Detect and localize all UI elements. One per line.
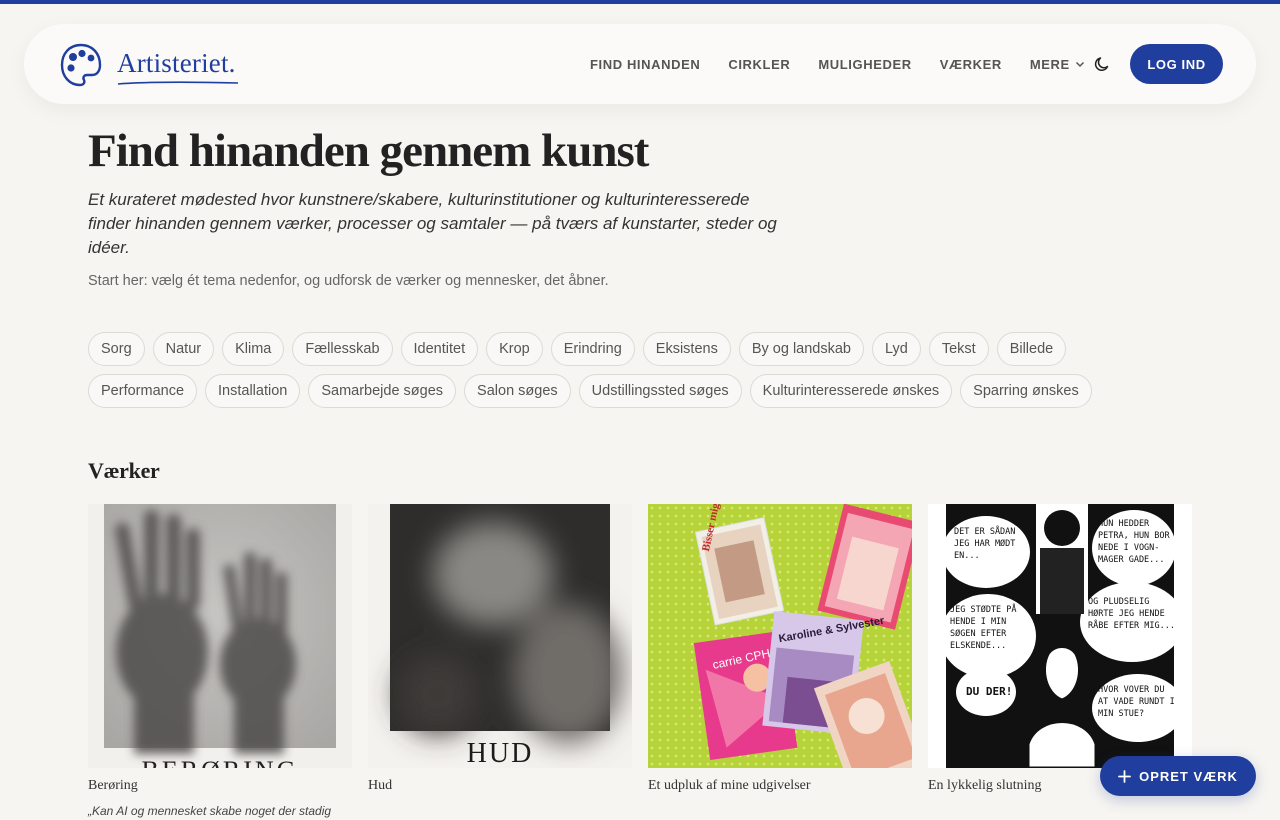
work-card-beroering[interactable]: BERØRING Berøring „Kan AI og mennesket s… — [88, 504, 352, 818]
tag-krop[interactable]: Krop — [486, 332, 543, 366]
brand-name: Artisteriet. — [117, 47, 236, 78]
work-card-hud[interactable]: HUD Hud — [368, 504, 632, 818]
work-thumbnail: Bisser mig ikke! Karoline & Sylvester ca… — [648, 504, 912, 768]
nav-link-muligheder[interactable]: MULIGHEDER — [818, 57, 911, 72]
comic-line-5: DU DER! — [966, 685, 1013, 698]
page-subtitle: Et kurateret mødested hvor kunstnere/ska… — [88, 190, 777, 257]
comic-line-2: HUN HEDDER PETRA, HUN BOR NEDE I VOGN-MA… — [1098, 519, 1170, 565]
tag-klima[interactable]: Klima — [222, 332, 285, 366]
comic-line-6: HVOR VOVER DU AT VADE RUNDT I MIN STUE? — [1098, 685, 1175, 719]
nav-more-dropdown[interactable]: MERE — [1030, 57, 1085, 72]
tag-samarbejde-soeges[interactable]: Samarbejde søges — [308, 374, 457, 408]
brand-logo[interactable]: Artisteriet. — [60, 43, 239, 87]
comic-line-4: OG PLUDSELIG HØRTE JEG HENDE RÅBE EFTER … — [1088, 597, 1175, 631]
tag-eksistens[interactable]: Eksistens — [642, 332, 731, 366]
login-button[interactable]: LOG IND — [1130, 44, 1223, 84]
work-thumbnail: DET ER SÅDAN JEG HAR MØDT EN... HUN HEDD… — [928, 504, 1192, 768]
nav-link-cirkler[interactable]: CIRKLER — [728, 57, 790, 72]
work-image-skin — [368, 504, 632, 768]
work-title: Et udpluk af mine udgivelser — [648, 778, 811, 793]
nav-more-label: MERE — [1029, 56, 1070, 72]
moon-icon[interactable] — [1093, 55, 1111, 73]
work-thumbnail: HUD — [368, 504, 632, 768]
work-card-udgivelser[interactable]: Bisser mig ikke! Karoline & Sylvester ca… — [648, 504, 912, 818]
tag-sparring-oenskes[interactable]: Sparring ønskes — [960, 374, 1092, 408]
tag-erindring[interactable]: Erindring — [550, 332, 635, 366]
brand-underline — [117, 81, 239, 85]
work-title: Hud — [368, 778, 393, 793]
palette-icon — [60, 43, 102, 87]
top-accent-bar — [0, 0, 1280, 4]
tag-lyd[interactable]: Lyd — [872, 332, 921, 366]
tag-identitet[interactable]: Identitet — [400, 332, 479, 366]
page-title: Find hinanden gennem kunst — [88, 125, 649, 177]
tag-tekst[interactable]: Tekst — [928, 332, 989, 366]
work-image-caption: BERØRING — [88, 756, 352, 768]
work-thumbnail: BERØRING — [88, 504, 352, 768]
plus-icon — [1118, 769, 1131, 783]
create-work-label: OPRET VÆRK — [1139, 768, 1238, 784]
tag-installation[interactable]: Installation — [205, 374, 301, 408]
start-hint: Start her: vælg ét tema nedenfor, og udf… — [88, 273, 609, 289]
create-work-button[interactable]: OPRET VÆRK — [1100, 756, 1256, 796]
tag-udstillingssted-soeges[interactable]: Udstillingssted søges — [578, 374, 742, 408]
works-section-title: Værker — [88, 458, 160, 483]
tag-performance[interactable]: Performance — [88, 374, 198, 408]
tag-kulturinteresserede-oenskes[interactable]: Kulturinteresserede ønskes — [749, 374, 953, 408]
tag-sorg[interactable]: Sorg — [88, 332, 145, 366]
theme-tags: Sorg Natur Klima Fællesskab Identitet Kr… — [88, 332, 1108, 416]
tag-natur[interactable]: Natur — [152, 332, 215, 366]
nav-link-vaerker[interactable]: VÆRKER — [940, 57, 1002, 72]
main-navigation: Artisteriet. FIND HINANDEN CIRKLER MULIG… — [24, 24, 1256, 104]
work-title: Berøring — [88, 778, 138, 793]
nav-links: FIND HINANDEN CIRKLER MULIGHEDER VÆRKER … — [590, 24, 1113, 104]
work-image-hands — [88, 504, 352, 768]
work-image-caption: HUD — [466, 738, 534, 768]
tag-faellesskab[interactable]: Fællesskab — [292, 332, 393, 366]
tag-billede[interactable]: Billede — [996, 332, 1067, 366]
tag-by-og-landskab[interactable]: By og landskab — [738, 332, 864, 366]
tag-salon-soeges[interactable]: Salon søges — [464, 374, 571, 408]
comic-line-1: DET ER SÅDAN JEG HAR MØDT EN... — [954, 527, 1016, 561]
nav-link-find-hinanden[interactable]: FIND HINANDEN — [590, 57, 700, 72]
work-description: „Kan AI og mennesket skabe noget der sta… — [88, 804, 332, 818]
chevron-down-icon — [1075, 61, 1084, 68]
comic-line-3: JEG STØDTE PÅ HENDE I MIN SØGEN EFTER EL… — [950, 605, 1017, 651]
works-grid: BERØRING Berøring „Kan AI og mennesket s… — [88, 504, 1192, 818]
